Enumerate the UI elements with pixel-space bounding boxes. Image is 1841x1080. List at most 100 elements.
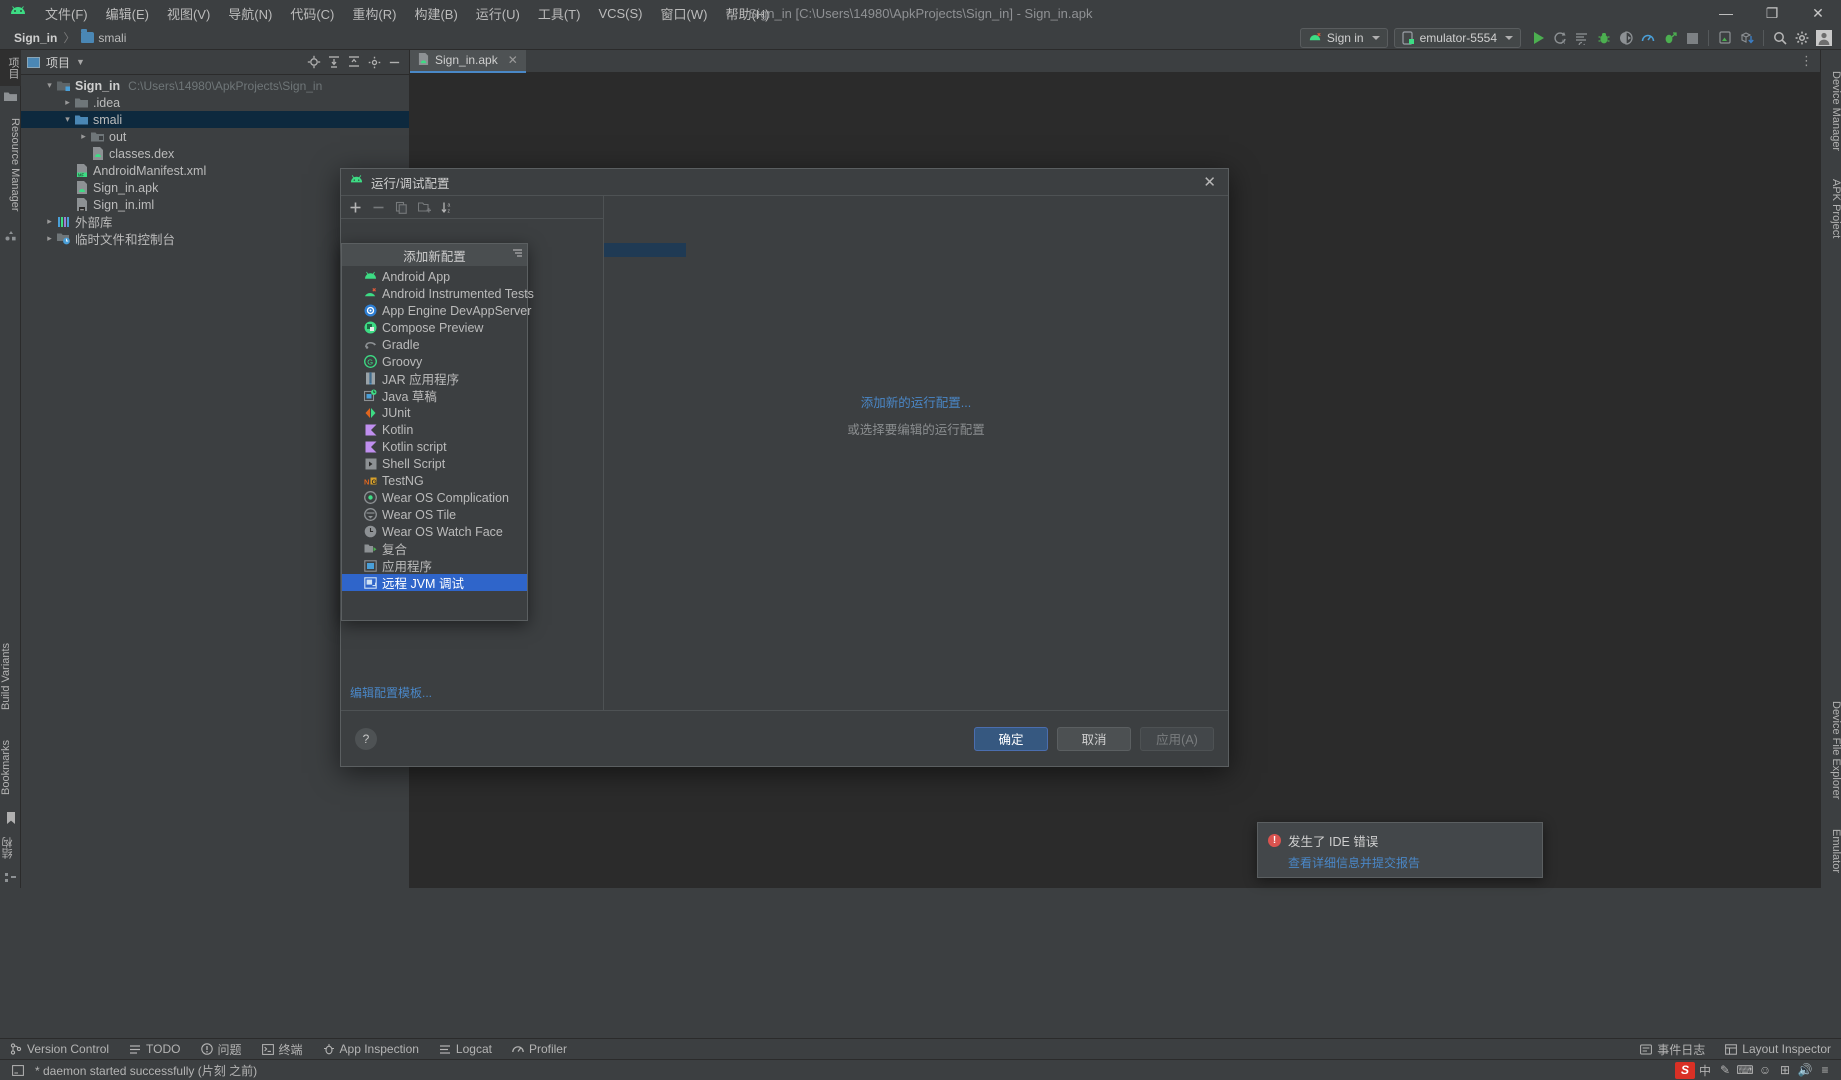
bookmark-icon[interactable] [0, 808, 21, 828]
sidebar-item-structure[interactable]: 结构 [0, 828, 21, 868]
tool-window-todo[interactable]: TODO [119, 1039, 190, 1060]
menu-item-file[interactable]: 文件(F) [36, 1, 97, 26]
menu-item-build[interactable]: 构建(B) [405, 1, 466, 26]
list-item[interactable]: 复合 [342, 540, 527, 557]
tool-window-terminal[interactable]: 终端 [252, 1039, 313, 1060]
sidebar-item-project[interactable]: 项目 [0, 50, 21, 86]
list-item[interactable]: 应用程序 [342, 557, 527, 574]
sidebar-item-emulator[interactable]: Emulator [1821, 814, 1841, 888]
close-button[interactable]: ✕ [1795, 0, 1841, 26]
structure-icon[interactable] [0, 868, 21, 888]
tree-node-sign-in[interactable]: ▾ Sign_in C:\Users\14980\ApkProjects\Sig… [21, 77, 409, 94]
menu-item-run[interactable]: 运行(U) [467, 1, 529, 26]
structure-strip-icon[interactable] [0, 226, 21, 246]
profiler-icon[interactable] [1637, 27, 1659, 49]
tool-window-event-log[interactable]: 事件日志 [1630, 1039, 1715, 1060]
close-icon[interactable]: ✕ [508, 53, 518, 67]
editor-tab-sign-in-apk[interactable]: Sign_in.apk ✕ [410, 49, 526, 73]
attach-debugger-icon[interactable] [1615, 27, 1637, 49]
notification-details-link[interactable]: 查看详细信息并提交报告 [1288, 854, 1532, 871]
ime-keyboard-icon[interactable]: ⌨ [1735, 1061, 1755, 1079]
list-item[interactable]: Wear OS Watch Face [342, 523, 527, 540]
ime-sound-icon[interactable]: 🔊 [1795, 1061, 1815, 1079]
chevron-down-icon[interactable]: ▾ [43, 80, 56, 91]
menu-item-navigate[interactable]: 导航(N) [219, 1, 281, 26]
menu-item-edit[interactable]: 编辑(E) [97, 1, 158, 26]
console-icon[interactable] [8, 1061, 28, 1079]
ime-menu-icon[interactable]: ≡ [1815, 1061, 1835, 1079]
search-icon[interactable] [1769, 27, 1791, 49]
device-manager-icon[interactable] [1714, 27, 1736, 49]
ok-button[interactable]: 确定 [974, 726, 1048, 751]
tree-node-classes-dex[interactable]: classes.dex [21, 145, 409, 162]
list-item[interactable]: Gradle [342, 336, 527, 353]
cancel-button[interactable]: 取消 [1057, 726, 1131, 751]
tool-window-app-inspection[interactable]: App Inspection [313, 1039, 429, 1060]
help-button[interactable]: ? [355, 727, 377, 750]
close-icon[interactable]: ✕ [1199, 173, 1220, 191]
select-opened-file-icon[interactable] [305, 53, 323, 71]
debug-icon[interactable] [1593, 27, 1615, 49]
list-item[interactable]: Kotlin [342, 421, 527, 438]
ime-pen-icon[interactable]: ✎ [1715, 1061, 1735, 1079]
run-configuration-selector[interactable]: Sign in [1299, 28, 1388, 48]
edit-configuration-templates-link[interactable]: 编辑配置模板... [350, 686, 432, 700]
sidebar-item-resource-manager[interactable]: Resource Manager [0, 106, 21, 224]
add-icon[interactable] [345, 197, 366, 217]
menu-item-vcs[interactable]: VCS(S) [589, 3, 651, 24]
menu-item-help[interactable]: 帮助(H) [716, 1, 778, 26]
maximize-button[interactable]: ❐ [1749, 0, 1795, 26]
expand-all-icon[interactable] [325, 53, 343, 71]
apply-changes-icon[interactable] [1659, 27, 1681, 49]
filter-icon[interactable] [512, 248, 523, 262]
sort-icon[interactable]: a z [437, 197, 458, 217]
list-item[interactable]: Android Instrumented Tests [342, 285, 534, 302]
tree-node-out[interactable]: ▸ out [21, 128, 409, 145]
sidebar-item-device-file-explorer[interactable]: Device File Explorer [1821, 686, 1841, 814]
list-item[interactable]: App Engine DevAppServer [342, 302, 531, 319]
breadcrumb-smali[interactable]: smali [77, 29, 130, 45]
run-with-coverage-icon[interactable] [1571, 27, 1593, 49]
device-selector[interactable]: emulator-5554 [1393, 28, 1521, 48]
list-item[interactable]: Android App [342, 268, 527, 285]
menu-item-tools[interactable]: 工具(T) [529, 1, 590, 26]
tree-node-smali[interactable]: ▾ smali [21, 111, 409, 128]
chevron-down-icon[interactable]: ▾ [61, 114, 74, 125]
ime-logo-icon[interactable]: S [1675, 1061, 1695, 1079]
list-item[interactable]: Wear OS Complication [342, 489, 527, 506]
tool-window-logcat[interactable]: Logcat [429, 1039, 502, 1060]
chevron-right-icon[interactable]: ▸ [77, 131, 90, 142]
menu-item-window[interactable]: 窗口(W) [652, 1, 717, 26]
tree-node-idea[interactable]: ▸ .idea [21, 94, 409, 111]
list-item[interactable]: NG TestNG [342, 472, 527, 489]
ime-emoji-icon[interactable]: ☺ [1755, 1061, 1775, 1079]
list-item-remote-jvm-debug[interactable]: 远程 JVM 调试 [342, 574, 527, 591]
minimize-button[interactable]: — [1703, 0, 1749, 26]
list-item[interactable]: Java 草稿 [342, 387, 527, 404]
rerun-icon[interactable]: A [1549, 27, 1571, 49]
sidebar-item-build-variants[interactable]: Build Variants [0, 626, 21, 726]
list-item[interactable]: Wear OS Tile [342, 506, 527, 523]
editor-tab-options-icon[interactable]: ⋮ [1800, 53, 1814, 69]
list-item[interactable]: Compose Preview [342, 319, 527, 336]
menu-item-code[interactable]: 代码(C) [281, 1, 343, 26]
chevron-right-icon[interactable]: ▸ [43, 233, 56, 244]
chevron-right-icon[interactable]: ▸ [61, 97, 74, 108]
menu-item-refactor[interactable]: 重构(R) [343, 1, 405, 26]
add-new-configuration-link[interactable]: 添加新的运行配置... [604, 392, 1228, 411]
tool-window-problems[interactable]: 问题 [191, 1039, 252, 1060]
run-icon[interactable] [1527, 27, 1549, 49]
breadcrumb-project[interactable]: Sign_in [10, 31, 61, 45]
settings-icon[interactable] [1791, 27, 1813, 49]
collapse-all-icon[interactable] [345, 53, 363, 71]
sidebar-item-bookmarks[interactable]: Bookmarks [0, 726, 21, 808]
avatar-icon[interactable] [1813, 27, 1835, 49]
chevron-down-icon[interactable]: ▼ [76, 57, 85, 67]
list-item[interactable]: G Groovy [342, 353, 527, 370]
tool-window-profiler[interactable]: Profiler [502, 1039, 577, 1060]
chevron-right-icon[interactable]: ▸ [43, 216, 56, 227]
sdk-download-icon[interactable] [1736, 27, 1758, 49]
settings-icon[interactable] [365, 53, 383, 71]
hide-panel-icon[interactable] [385, 53, 403, 71]
tool-window-version-control[interactable]: Version Control [0, 1039, 119, 1060]
